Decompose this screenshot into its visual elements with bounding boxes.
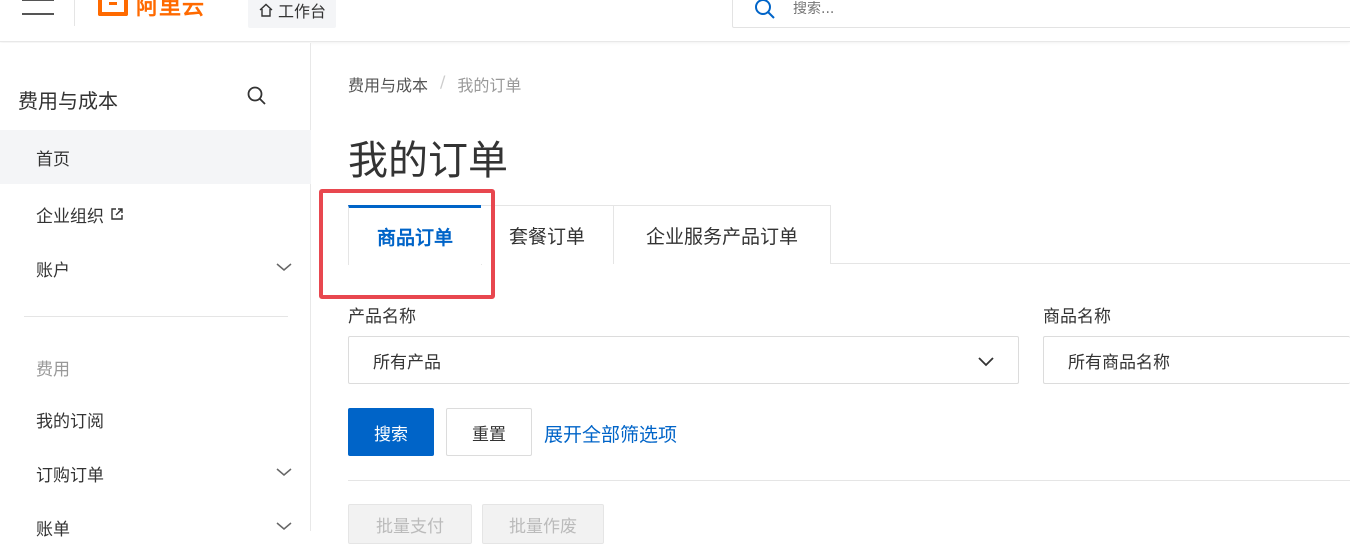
tab-label: 商品订单 <box>376 227 453 249</box>
tab-enterprise-service-orders[interactable]: 企业服务产品订单 <box>613 205 831 264</box>
external-link-icon <box>111 208 123 220</box>
logo-mark-icon <box>98 0 128 16</box>
goods-select[interactable]: 所有商品名称 <box>1043 336 1350 384</box>
sidebar-search-icon[interactable] <box>246 85 268 107</box>
breadcrumb-parent[interactable]: 费用与成本 <box>348 72 428 96</box>
tab-product-orders[interactable]: 商品订单 <box>348 205 482 265</box>
sidebar-item-bills[interactable]: 账单 <box>0 500 311 554</box>
workbench-button[interactable]: 工作台 <box>248 0 337 28</box>
global-search[interactable] <box>732 0 1350 28</box>
sidebar-item-label: 我的订阅 <box>36 411 104 432</box>
search-icon[interactable] <box>753 0 777 21</box>
sidebar-item-account[interactable]: 账户 <box>0 241 311 295</box>
sidebar-item-label: 账户 <box>36 260 70 281</box>
sidebar-item-label: 首页 <box>36 149 70 170</box>
chevron-down-icon <box>276 468 292 476</box>
workbench-label: 工作台 <box>278 2 327 21</box>
product-select-value: 所有产品 <box>373 352 441 373</box>
logo-text: 阿里云 <box>136 0 206 20</box>
sidebar-divider <box>24 316 288 317</box>
tab-label: 套餐订单 <box>508 225 585 248</box>
breadcrumb: 费用与成本 / 我的订单 <box>348 72 521 96</box>
sidebar: 费用与成本 首页 企业组织 账户 费用 我的订阅 订购订单 账单 <box>0 43 311 540</box>
goods-filter-label: 商品名称 <box>1043 307 1111 327</box>
tab-label: 企业服务产品订单 <box>645 225 798 248</box>
sidebar-title: 费用与成本 <box>18 89 118 113</box>
chevron-down-icon <box>978 357 994 367</box>
breadcrumb-current: 我的订单 <box>457 76 522 95</box>
goods-select-value: 所有商品名称 <box>1068 352 1170 373</box>
reset-button[interactable]: 重置 <box>446 408 532 456</box>
search-button[interactable]: 搜索 <box>348 408 434 456</box>
aliyun-logo[interactable]: 阿里云 <box>98 0 205 22</box>
sidebar-item-orders[interactable]: 订购订单 <box>0 446 311 500</box>
sidebar-group-label: 费用 <box>36 360 70 380</box>
topbar-divider <box>74 0 75 26</box>
menu-icon[interactable] <box>22 0 54 18</box>
sidebar-item-label: 订购订单 <box>36 465 104 486</box>
page-title: 我的订单 <box>348 138 508 184</box>
search-input[interactable] <box>793 1 1193 17</box>
tab-package-orders[interactable]: 套餐订单 <box>481 205 614 264</box>
sidebar-item-enterprise-org[interactable]: 企业组织 <box>0 187 311 241</box>
section-divider <box>348 480 1350 481</box>
breadcrumb-separator: / <box>440 72 446 91</box>
sidebar-item-label: 账单 <box>36 519 70 540</box>
batch-cancel-button[interactable]: 批量作废 <box>482 504 604 544</box>
order-tabs: 商品订单 套餐订单 企业服务产品订单 <box>348 205 1350 265</box>
home-icon <box>259 3 273 17</box>
chevron-down-icon <box>276 522 292 530</box>
product-filter-label: 产品名称 <box>348 307 416 327</box>
top-bar: 阿里云 工作台 <box>0 0 1350 42</box>
sidebar-item-label: 企业组织 <box>36 206 104 227</box>
sidebar-item-subscriptions[interactable]: 我的订阅 <box>0 392 311 446</box>
batch-pay-button[interactable]: 批量支付 <box>348 504 472 544</box>
chevron-down-icon <box>276 263 292 271</box>
product-select[interactable]: 所有产品 <box>348 336 1019 384</box>
sidebar-item-home[interactable]: 首页 <box>0 130 311 184</box>
expand-filters-link[interactable]: 展开全部筛选项 <box>544 420 677 447</box>
